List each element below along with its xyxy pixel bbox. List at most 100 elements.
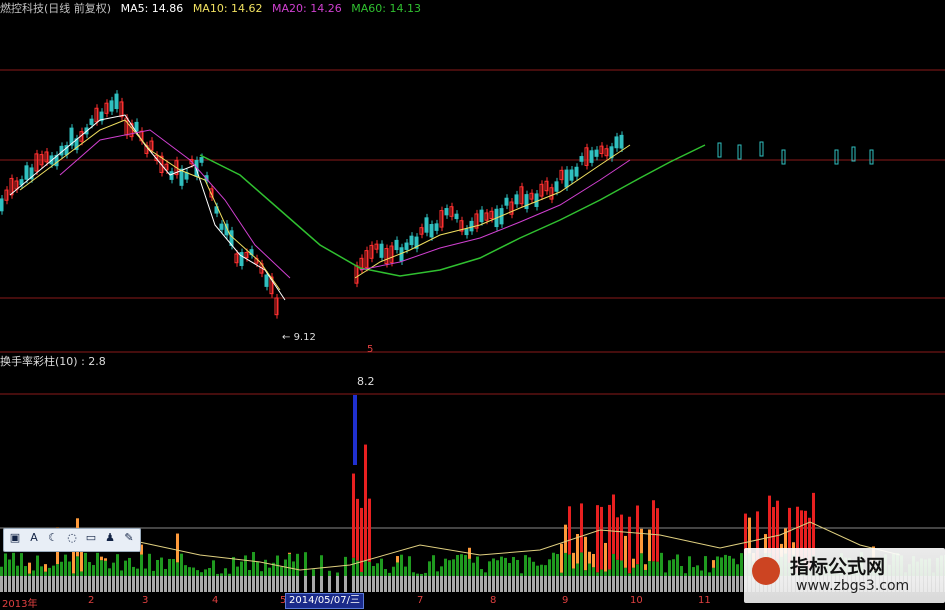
turnover-peak-bar (353, 395, 357, 465)
candle-body (109, 100, 114, 112)
turnover-base (576, 576, 579, 592)
turnover-base (8, 576, 11, 592)
candle-body (219, 223, 224, 230)
watermark-title: 指标公式网 (790, 556, 886, 578)
turnover-base (484, 576, 487, 592)
turnover-base (464, 576, 467, 592)
turnover-bar-high (572, 552, 575, 569)
turnover-base (684, 576, 687, 592)
turnover-base (704, 576, 707, 592)
turnover-base (408, 576, 411, 592)
turnover-bar-high (100, 556, 103, 561)
cursor-date: 2014/05/07/三 (285, 593, 365, 609)
turnover-bar-high (636, 505, 639, 565)
text-icon[interactable]: A (26, 530, 42, 546)
turnover-bar-high (44, 564, 47, 572)
keyboard-icon[interactable]: ▭ (83, 530, 99, 546)
turnover-base (204, 576, 207, 592)
turnover-base (188, 576, 191, 592)
turnover-base (392, 576, 395, 592)
turnover-base (72, 576, 75, 592)
turnover-base (164, 576, 167, 592)
turnover-base (400, 576, 403, 592)
turnover-base (660, 576, 663, 592)
turnover-base (96, 576, 99, 592)
turnover-base (256, 576, 259, 592)
month-tick: 8 (490, 595, 497, 606)
turnover-base (160, 576, 163, 592)
watermark: 指标公式网 www.zbgs3.com (744, 548, 945, 603)
turnover-bar-high (28, 562, 31, 574)
screenshot-icon[interactable]: ▣ (7, 530, 23, 546)
turnover-base (712, 576, 715, 592)
turnover-base (68, 576, 71, 592)
chart-marker: 5 (367, 344, 374, 355)
turnover-bar-high (644, 564, 647, 570)
drawing-toolbar: ▣ A ☾ ◌ ▭ ♟ ✎ (3, 528, 141, 552)
candle-body (737, 144, 742, 160)
candle-body (579, 156, 584, 162)
user-icon[interactable]: ♟ (102, 530, 118, 546)
turnover-base (116, 576, 119, 592)
turnover-base (144, 576, 147, 592)
turnover-bar-high (608, 504, 611, 570)
turnover-base (500, 576, 503, 592)
turnover-base (328, 576, 331, 592)
turnover-bar-high (624, 535, 627, 568)
turnover-base (232, 576, 235, 592)
turnover-bar-high (712, 560, 715, 568)
turnover-base (600, 576, 603, 592)
turnover-base (48, 576, 51, 592)
turnover-base (304, 576, 307, 592)
turnover-base (524, 576, 527, 592)
turnover-bar-high (612, 494, 615, 554)
turnover-base (32, 576, 35, 592)
turnover-bar-high (600, 506, 603, 570)
turnover-base (388, 576, 391, 592)
ma10-value: MA10: 14.62 (192, 2, 263, 15)
turnover-base (376, 576, 379, 592)
turnover-base (136, 576, 139, 592)
turnover-base (668, 576, 671, 592)
month-tick: 7 (417, 595, 424, 606)
candle-body (184, 172, 189, 180)
turnover-base (552, 576, 555, 592)
turnover-base (52, 576, 55, 592)
candle-body (524, 194, 529, 210)
turnover-base (548, 576, 551, 592)
candle-body (589, 150, 594, 163)
turnover-base (536, 576, 539, 592)
turnover-bar-high (568, 506, 571, 555)
chat-icon[interactable]: ◌ (64, 530, 80, 546)
turnover-bar-high (584, 536, 587, 571)
turnover-base (728, 576, 731, 592)
turnover-bar-high (356, 498, 359, 561)
turnover-base (320, 576, 323, 592)
candle-body (479, 209, 484, 223)
turnover-base (740, 576, 743, 592)
candle-body (424, 217, 429, 233)
turnover-base (344, 576, 347, 592)
turnover-bar-high (592, 553, 595, 568)
turnover-base (228, 576, 231, 592)
settings-icon[interactable]: ✎ (121, 530, 137, 546)
candle-body (264, 274, 269, 287)
candle-body (409, 235, 414, 246)
turnover-base (560, 576, 563, 592)
turnover-base (368, 576, 371, 592)
indicator-header: 换手率彩柱(10) : 2.8 (0, 355, 106, 369)
turnover-bar-high (616, 517, 619, 560)
moon-icon[interactable]: ☾ (45, 530, 61, 546)
turnover-base (28, 576, 31, 592)
turnover-base (468, 576, 471, 592)
turnover-base (240, 576, 243, 592)
turnover-base (180, 576, 183, 592)
turnover-bar-high (580, 503, 583, 553)
turnover-base (644, 576, 647, 592)
turnover-base (268, 576, 271, 592)
turnover-base (16, 576, 19, 592)
turnover-base (588, 576, 591, 592)
turnover-base (248, 576, 251, 592)
candle-body (434, 223, 439, 231)
ma20-value: MA20: 14.26 (272, 2, 342, 15)
